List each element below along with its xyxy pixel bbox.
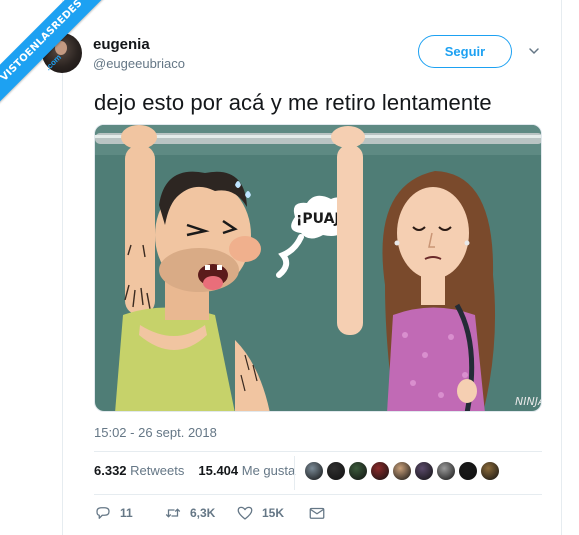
tweet-timestamp[interactable]: 15:02 - 26 sept. 2018 [94, 425, 217, 440]
user-name[interactable]: eugenia [93, 36, 150, 53]
like-icon [237, 506, 253, 520]
like-button[interactable]: 15K [236, 504, 308, 522]
retweet-count: 6,3K [190, 506, 216, 520]
liker-avatar[interactable] [326, 461, 346, 481]
message-button[interactable] [308, 504, 334, 522]
likes-label: Me gusta [241, 463, 296, 478]
reply-icon [96, 507, 110, 519]
liker-avatar[interactable] [370, 461, 390, 481]
liker-avatar[interactable] [392, 461, 412, 481]
retweets-stat[interactable]: 6.332 Retweets [94, 463, 184, 478]
tweet-image[interactable]: ¡PUAJ! NINJA [94, 124, 542, 412]
retweets-count: 6.332 [94, 463, 127, 478]
retweet-icon [165, 508, 181, 518]
reply-count: 11 [120, 506, 133, 520]
tweet-stats: 6.332 Retweets 15.404 Me gusta [94, 463, 295, 478]
divider-bottom [94, 494, 542, 495]
like-count: 15K [262, 506, 285, 520]
message-icon [309, 507, 325, 519]
user-handle[interactable]: @eugeeubriaco [93, 56, 185, 71]
liker-avatar[interactable] [304, 461, 324, 481]
artist-signature: NINJA [515, 395, 542, 408]
likes-stat[interactable]: 15.404 Me gusta [198, 463, 295, 478]
liker-avatar[interactable] [436, 461, 456, 481]
tweet-text: dejo esto por acá y me retiro lentamente [94, 90, 492, 115]
likers-avatars [304, 461, 500, 481]
retweet-button[interactable]: 6,3K [164, 504, 236, 522]
liker-avatar[interactable] [414, 461, 434, 481]
chevron-down-icon[interactable] [528, 45, 540, 57]
liker-avatar[interactable] [458, 461, 478, 481]
retweets-label: Retweets [130, 463, 185, 478]
reply-button[interactable]: 11 [94, 504, 164, 522]
liker-avatar[interactable] [480, 461, 500, 481]
tweet-actions: 11 6,3K 15K [94, 504, 334, 522]
comic-illustration: ¡PUAJ! NINJA [95, 125, 542, 411]
liker-avatar[interactable] [348, 461, 368, 481]
divider-top [94, 451, 542, 452]
follow-button[interactable]: Seguir [418, 35, 512, 68]
stats-separator [294, 456, 295, 490]
likes-count: 15.404 [198, 463, 239, 478]
